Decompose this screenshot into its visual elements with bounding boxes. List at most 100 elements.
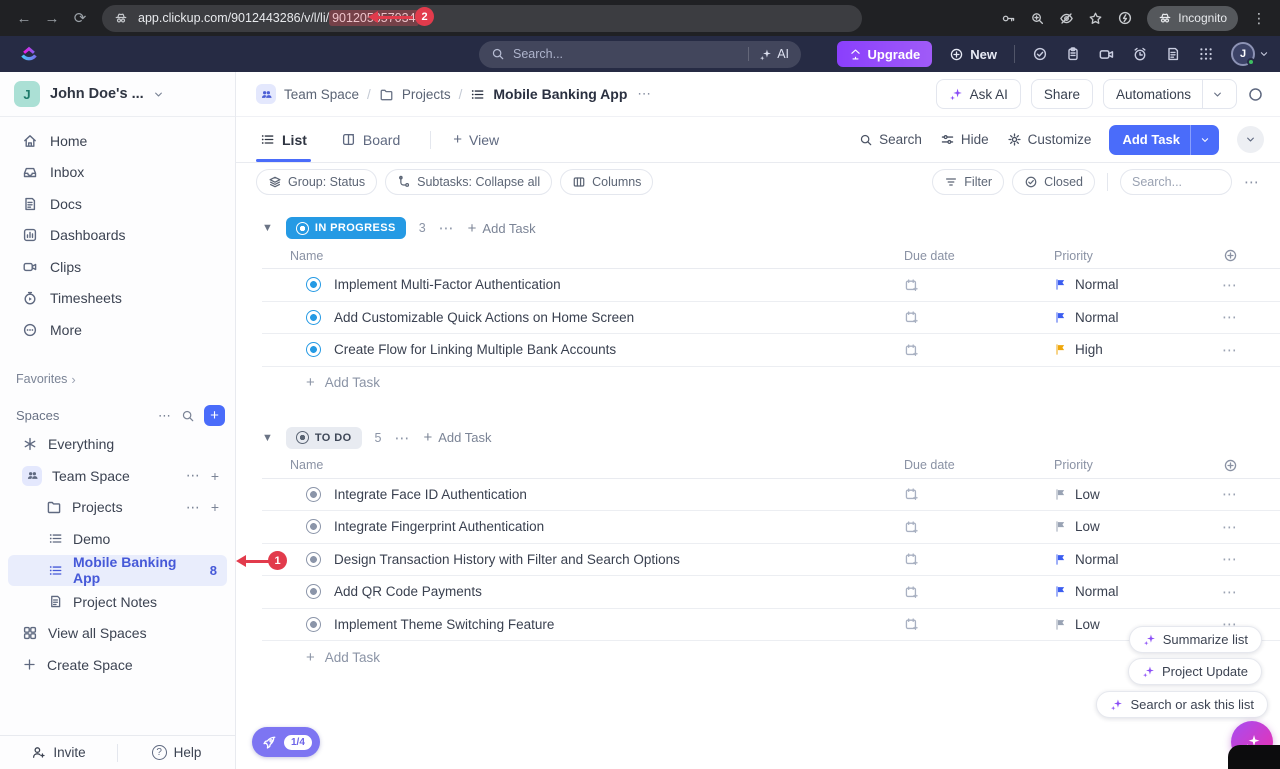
column-name[interactable]: Name xyxy=(290,458,323,472)
table-row[interactable]: Add QR Code Payments Normal ⋯ xyxy=(262,576,1280,609)
priority-flag-icon[interactable] xyxy=(1054,488,1067,501)
new-button[interactable]: New xyxy=(949,47,997,62)
browser-reload-button[interactable]: ⟳ xyxy=(66,4,94,32)
sidebar-item-create-space[interactable]: Create Space xyxy=(0,649,235,681)
add-task-button[interactable]: Add Task xyxy=(1109,125,1219,155)
folder-menu-icon[interactable]: ⋯ xyxy=(186,499,201,516)
sidebar-item-dashboards[interactable]: Dashboards xyxy=(0,220,235,252)
reminder-clock-icon[interactable] xyxy=(1132,46,1148,62)
column-due-date[interactable]: Due date xyxy=(904,458,955,472)
task-name[interactable]: Implement Multi-Factor Authentication xyxy=(334,277,561,292)
row-menu-icon[interactable]: ⋯ xyxy=(1222,276,1238,294)
priority-label[interactable]: Low xyxy=(1075,487,1100,502)
task-status-icon[interactable] xyxy=(306,552,321,567)
apps-grid-icon[interactable] xyxy=(1198,46,1214,62)
task-name[interactable]: Integrate Fingerprint Authentication xyxy=(334,519,544,534)
task-status-icon[interactable] xyxy=(306,310,321,325)
upgrade-button[interactable]: Upgrade xyxy=(837,41,933,67)
priority-label[interactable]: Normal xyxy=(1075,584,1119,599)
task-status-icon[interactable] xyxy=(306,519,321,534)
column-name[interactable]: Name xyxy=(290,249,323,263)
help-button[interactable]: ? Help xyxy=(118,736,235,769)
group-by-button[interactable]: Group: Status xyxy=(256,169,377,195)
calendar-plus-icon[interactable] xyxy=(904,552,919,567)
task-name[interactable]: Add Customizable Quick Actions on Home S… xyxy=(334,310,634,325)
avatar[interactable]: J xyxy=(1231,42,1255,66)
table-row[interactable]: Integrate Fingerprint Authentication Low… xyxy=(262,511,1280,544)
clickup-logo-icon[interactable] xyxy=(18,43,40,65)
breadcrumb-projects[interactable]: Projects xyxy=(402,87,451,102)
calendar-plus-icon[interactable] xyxy=(904,343,919,358)
priority-flag-icon[interactable] xyxy=(1054,585,1067,598)
my-tasks-icon[interactable] xyxy=(1032,46,1048,62)
calendar-plus-icon[interactable] xyxy=(904,520,919,535)
sidebar-item-everything[interactable]: Everything xyxy=(0,429,235,461)
calendar-plus-icon[interactable] xyxy=(904,617,919,632)
password-key-icon[interactable] xyxy=(1001,11,1016,26)
global-search[interactable]: AI xyxy=(479,41,801,68)
add-column-icon[interactable] xyxy=(1223,248,1238,263)
table-row[interactable]: Implement Multi-Factor Authentication No… xyxy=(262,269,1280,302)
row-menu-icon[interactable]: ⋯ xyxy=(1222,518,1238,536)
view-search-button[interactable]: Search xyxy=(859,132,922,147)
task-status-icon[interactable] xyxy=(306,342,321,357)
priority-label[interactable]: Normal xyxy=(1075,552,1119,567)
list-search-field[interactable] xyxy=(1120,169,1232,195)
breadcrumb-current-list[interactable]: Mobile Banking App xyxy=(493,86,627,102)
folder-add-icon[interactable]: + xyxy=(211,499,219,515)
invite-button[interactable]: Invite xyxy=(0,736,117,769)
space-menu-icon[interactable]: ⋯ xyxy=(186,467,201,484)
space-add-icon[interactable]: + xyxy=(211,468,219,484)
column-priority[interactable]: Priority xyxy=(1054,458,1093,472)
hide-button[interactable]: Hide xyxy=(940,132,989,147)
add-space-button[interactable]: + xyxy=(204,405,225,426)
sidebar-item-team-space[interactable]: Team Space ⋯+ xyxy=(0,460,235,492)
sidebar-item-more[interactable]: More xyxy=(0,314,235,346)
table-row[interactable]: Create Flow for Linking Multiple Bank Ac… xyxy=(262,334,1280,367)
collapse-group-icon[interactable]: ▼ xyxy=(262,432,273,444)
priority-label[interactable]: Low xyxy=(1075,519,1100,534)
sidebar-item-home[interactable]: Home xyxy=(0,125,235,157)
subtasks-button[interactable]: Subtasks: Collapse all xyxy=(385,169,552,195)
sidebar-item-timesheets[interactable]: Timesheets xyxy=(0,283,235,315)
browser-back-button[interactable]: ← xyxy=(10,4,38,32)
zoom-icon[interactable] xyxy=(1030,11,1045,26)
automations-button[interactable]: Automations xyxy=(1103,79,1237,109)
row-menu-icon[interactable]: ⋯ xyxy=(1222,550,1238,568)
task-name[interactable]: Design Transaction History with Filter a… xyxy=(334,552,680,567)
task-status-icon[interactable] xyxy=(306,487,321,502)
spaces-search-icon[interactable] xyxy=(181,409,195,423)
status-badge[interactable]: TO DO xyxy=(286,427,362,449)
toolbar-menu-icon[interactable]: ⋯ xyxy=(1240,173,1264,191)
sidebar-item-docs[interactable]: Docs xyxy=(0,188,235,220)
search-or-ask-button[interactable]: Search or ask this list xyxy=(1096,691,1268,718)
priority-label[interactable]: Normal xyxy=(1075,277,1119,292)
add-view-button[interactable]: + View xyxy=(449,117,503,162)
collapse-header-button[interactable] xyxy=(1237,126,1264,153)
row-menu-icon[interactable]: ⋯ xyxy=(1222,341,1238,359)
priority-flag-icon[interactable] xyxy=(1054,343,1067,356)
task-status-icon[interactable] xyxy=(306,584,321,599)
row-menu-icon[interactable]: ⋯ xyxy=(1222,583,1238,601)
bookmark-star-icon[interactable] xyxy=(1088,11,1103,26)
group-add-task-button[interactable]: +Add Task xyxy=(423,429,491,446)
tab-board[interactable]: Board xyxy=(337,117,404,162)
task-status-icon[interactable] xyxy=(306,617,321,632)
notepad-icon[interactable] xyxy=(1165,46,1181,62)
automations-dropdown[interactable] xyxy=(1202,80,1224,108)
priority-flag-icon[interactable] xyxy=(1054,618,1067,631)
task-name[interactable]: Integrate Face ID Authentication xyxy=(334,487,527,502)
add-task-row[interactable]: +Add Task xyxy=(262,367,1280,399)
closed-button[interactable]: Closed xyxy=(1012,169,1095,195)
topbar-ai-button[interactable]: AI xyxy=(748,47,789,61)
record-clip-icon[interactable] xyxy=(1098,46,1115,63)
activity-icon[interactable] xyxy=(1247,86,1264,103)
column-priority[interactable]: Priority xyxy=(1054,249,1093,263)
user-menu[interactable]: J xyxy=(1231,42,1270,66)
status-badge[interactable]: IN PROGRESS xyxy=(286,217,406,239)
column-due-date[interactable]: Due date xyxy=(904,249,955,263)
project-update-button[interactable]: Project Update xyxy=(1128,658,1262,685)
table-row[interactable]: Integrate Face ID Authentication Low ⋯ xyxy=(262,479,1280,512)
onboarding-trial-button[interactable]: 1/4 xyxy=(252,727,320,757)
browser-forward-button[interactable]: → xyxy=(38,4,66,32)
